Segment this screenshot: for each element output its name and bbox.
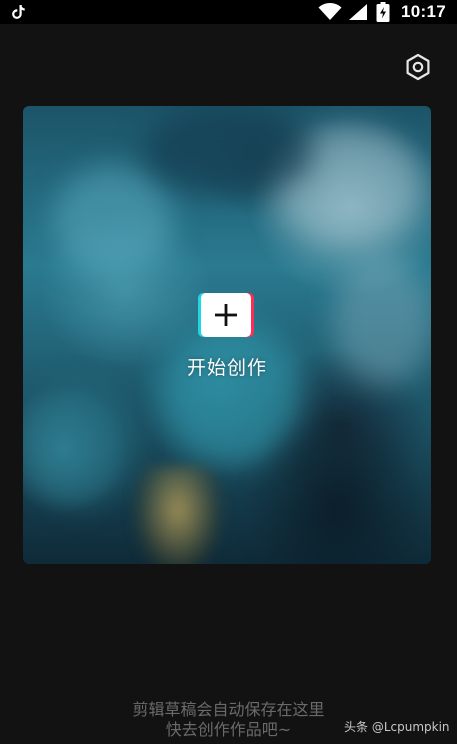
smoke-decoration <box>53 166 173 276</box>
watermark: 头条 @Lcpumpkin <box>344 720 450 734</box>
smoke-decoration <box>23 386 133 506</box>
plus-icon <box>215 304 237 326</box>
figure-arm <box>133 466 223 564</box>
battery-icon <box>376 2 390 22</box>
smoke-decoration <box>143 106 313 196</box>
settings-button[interactable] <box>403 52 433 82</box>
start-creating-card[interactable]: 开始创作 <box>23 106 431 564</box>
start-creating-label: 开始创作 <box>186 357 267 379</box>
status-bar: 10:17 <box>0 0 457 24</box>
drafts-screen: 10:17 开始创作 剪辑草稿会自动保存在这里 快去创作作品吧~ 头条 @Lcp… <box>0 0 457 744</box>
wifi-icon <box>318 3 342 21</box>
tiktok-icon <box>10 3 28 21</box>
figure-silhouette <box>243 406 431 564</box>
add-project-button[interactable] <box>201 293 251 337</box>
drafts-hint-text: 剪辑草稿会自动保存在这里 <box>132 700 325 719</box>
signal-icon <box>348 3 368 21</box>
settings-icon <box>406 53 430 81</box>
status-time: 10:17 <box>401 2 446 21</box>
